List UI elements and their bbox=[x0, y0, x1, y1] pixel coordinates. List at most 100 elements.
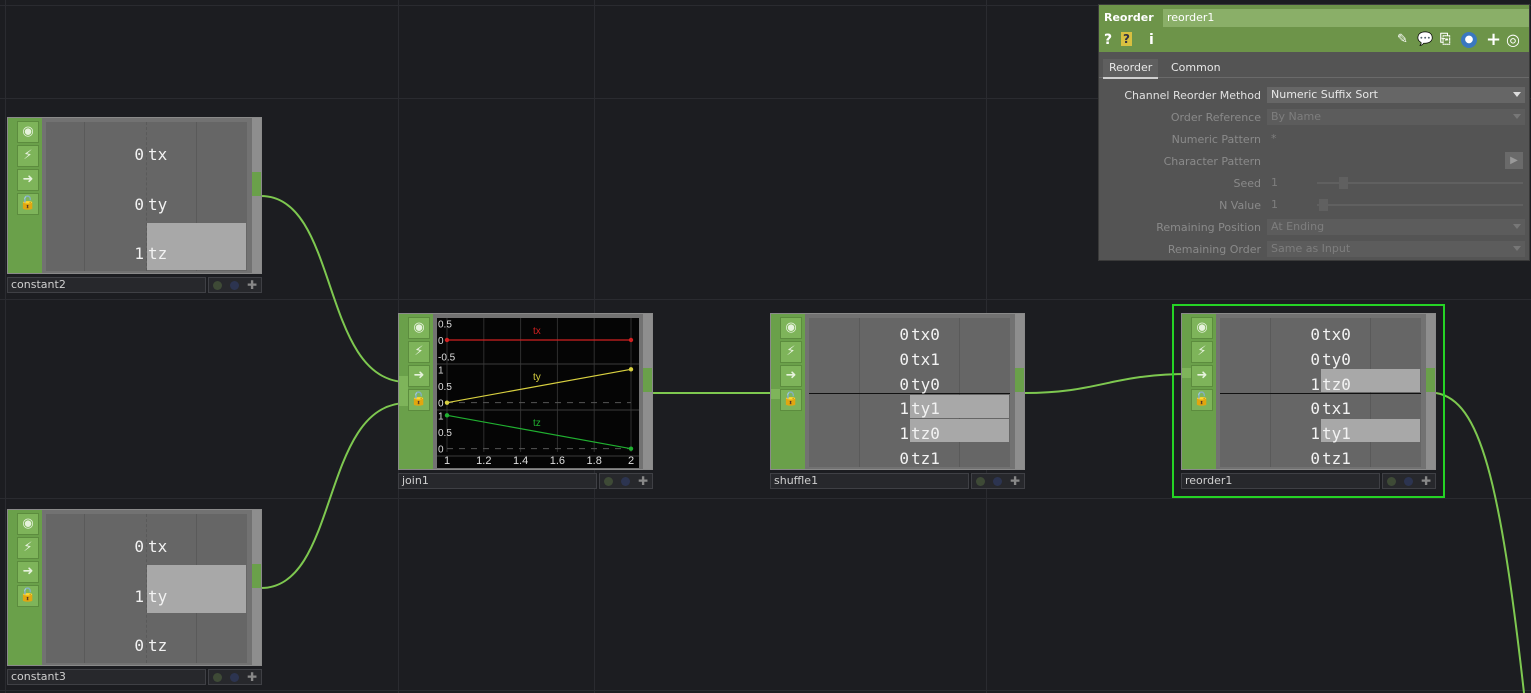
viewer-active-icon[interactable]: ◉ bbox=[408, 317, 430, 339]
channel-value: 0 bbox=[1310, 349, 1320, 369]
expand-icon[interactable]: ✚ bbox=[638, 474, 648, 488]
lock-icon[interactable]: 🔓 bbox=[780, 389, 802, 411]
pencil-icon[interactable]: ✎ bbox=[1397, 32, 1408, 47]
node-shuffle1[interactable]: ◉ ⚡ ➜ 🔓 0 tx0 0 tx1 0 ty0 1 ty1 1 tz0 0 tz1 shuffle… bbox=[770, 313, 1025, 489]
clone-flag-icon[interactable] bbox=[993, 477, 1002, 486]
node-body[interactable]: ◉ ⚡ ➜ 🔓 1 1.2 1.4 1.6 1.8 2 0.5 0 -0.5 tx 1 0.5 0 ty 1… bbox=[398, 313, 653, 470]
clone-flag-icon[interactable] bbox=[230, 281, 239, 290]
bypass-icon[interactable]: ⚡ bbox=[17, 145, 39, 167]
display-flag-icon[interactable]: ➜ bbox=[1191, 365, 1213, 387]
node-name-label[interactable]: shuffle1 bbox=[770, 473, 969, 489]
cook-flag-icon[interactable] bbox=[213, 673, 222, 682]
lock-icon[interactable]: 🔓 bbox=[1191, 389, 1213, 411]
tab-common[interactable]: Common bbox=[1165, 59, 1227, 77]
input-connector[interactable] bbox=[771, 389, 780, 399]
viewer-active-icon[interactable]: ◉ bbox=[17, 121, 39, 143]
channel-value: 0 bbox=[134, 537, 144, 556]
channel-value: 0 bbox=[899, 349, 909, 369]
lock-icon[interactable]: 🔓 bbox=[17, 193, 39, 215]
node-name-label[interactable]: constant2 bbox=[7, 277, 206, 293]
python-help-icon[interactable]: ? bbox=[1121, 32, 1132, 46]
node-constant3[interactable]: ◉ ⚡ ➜ 🔓 0 tx 1 ty 0 tz constant3 ✚ bbox=[7, 509, 262, 685]
expand-icon[interactable]: ✚ bbox=[247, 670, 257, 684]
bypass-icon[interactable]: ⚡ bbox=[1191, 341, 1213, 363]
series-name: tx bbox=[533, 326, 541, 337]
node-body[interactable]: ◉ ⚡ ➜ 🔓 0 tx 1 ty 0 tz bbox=[7, 509, 262, 666]
bypass-icon[interactable]: ⚡ bbox=[408, 341, 430, 363]
input-connector[interactable] bbox=[1182, 368, 1191, 378]
input-connector[interactable] bbox=[399, 376, 408, 406]
node-name-label[interactable]: constant3 bbox=[7, 669, 206, 685]
channel-value: 0 bbox=[134, 636, 144, 655]
bypass-icon[interactable]: ⚡ bbox=[17, 537, 39, 559]
output-connector[interactable] bbox=[252, 564, 261, 588]
python-icon[interactable]: ● bbox=[1461, 32, 1477, 48]
help-icon[interactable]: ? bbox=[1104, 32, 1112, 48]
channel-row: 0 ty0 bbox=[1220, 348, 1421, 372]
node-body[interactable]: ◉ ⚡ ➜ 🔓 0 tx0 0 ty0 1 tz0 0 tx1 1 ty1 0 tz1 bbox=[1181, 313, 1436, 470]
series-point bbox=[628, 367, 634, 372]
channel-row: 0 tx bbox=[46, 535, 247, 559]
lock-icon[interactable]: 🔓 bbox=[17, 585, 39, 607]
wire-constant2-join1[interactable] bbox=[260, 195, 408, 383]
wire-reorder1-output[interactable] bbox=[1435, 392, 1525, 693]
channel-name: tx0 bbox=[1322, 325, 1351, 344]
display-flag-icon[interactable]: ➜ bbox=[780, 365, 802, 387]
channel-row: 0 ty0 bbox=[809, 373, 1010, 397]
viewer-active-icon[interactable]: ◉ bbox=[17, 513, 39, 535]
clone-flag-icon[interactable] bbox=[1404, 477, 1413, 486]
channel-row: 1 ty1 bbox=[1220, 422, 1421, 446]
node-reorder1[interactable]: ◉ ⚡ ➜ 🔓 0 tx0 0 ty0 1 tz0 0 tx1 1 ty1 0 tz1 reorder… bbox=[1181, 313, 1436, 489]
channel-value: 1 bbox=[899, 399, 909, 419]
series-point bbox=[628, 337, 634, 343]
x-tick-label: 1.6 bbox=[550, 455, 565, 467]
output-connector[interactable] bbox=[1426, 368, 1435, 392]
slider-handle bbox=[1319, 199, 1328, 211]
cook-flag-icon[interactable] bbox=[604, 477, 613, 486]
param-label: N Value bbox=[1219, 199, 1261, 212]
tab-reorder[interactable]: Reorder bbox=[1103, 59, 1159, 79]
y-tick-label: 1 bbox=[438, 365, 444, 376]
param-text-field: ▶ bbox=[1267, 152, 1525, 169]
channel-viewer[interactable]: 0 tx 0 ty 1 tz bbox=[46, 122, 247, 271]
channel-viewer[interactable]: 0 tx 1 ty 0 tz bbox=[46, 514, 247, 663]
cook-flag-icon[interactable] bbox=[976, 477, 985, 486]
node-body[interactable]: ◉ ⚡ ➜ 🔓 0 tx0 0 tx1 0 ty0 1 ty1 1 tz0 0 tz1 bbox=[770, 313, 1025, 470]
cook-flag-icon[interactable] bbox=[213, 281, 222, 290]
expand-icon[interactable]: ✚ bbox=[1421, 474, 1431, 488]
operator-name-field[interactable]: reorder1 bbox=[1163, 9, 1529, 27]
node-name-label[interactable]: join1 bbox=[398, 473, 597, 489]
display-flag-icon[interactable]: ➜ bbox=[17, 169, 39, 191]
viewer-active-icon[interactable]: ◉ bbox=[1191, 317, 1213, 339]
series-point bbox=[444, 337, 450, 343]
wire-constant3-join1[interactable] bbox=[260, 402, 408, 589]
viewer-active-icon[interactable]: ◉ bbox=[780, 317, 802, 339]
display-flag-icon[interactable]: ➜ bbox=[17, 561, 39, 583]
cook-flag-icon[interactable] bbox=[1387, 477, 1396, 486]
expand-icon[interactable]: ✚ bbox=[247, 278, 257, 292]
expand-icon[interactable]: ✚ bbox=[1010, 474, 1020, 488]
info-icon[interactable]: i bbox=[1149, 32, 1154, 48]
wire-shuffle1-reorder1[interactable] bbox=[1023, 373, 1191, 394]
channel-graph[interactable]: 1 1.2 1.4 1.6 1.8 2 0.5 0 -0.5 tx 1 0.5 0 ty 1 0.5 0 tz bbox=[437, 318, 639, 468]
comment-icon[interactable]: 💬 bbox=[1417, 32, 1433, 47]
lock-icon[interactable]: 🔓 bbox=[408, 389, 430, 411]
param-label: Remaining Order bbox=[1167, 243, 1261, 256]
output-connector[interactable] bbox=[252, 172, 261, 196]
node-body[interactable]: ◉ ⚡ ➜ 🔓 0 tx 0 ty 1 tz bbox=[7, 117, 262, 274]
add-icon[interactable]: + bbox=[1486, 29, 1501, 50]
param-dropdown[interactable]: Numeric Suffix Sort bbox=[1267, 87, 1525, 103]
output-connector[interactable] bbox=[1015, 368, 1024, 392]
clone-flag-icon[interactable] bbox=[230, 673, 239, 682]
parameter-tabs: Reorder Common bbox=[1099, 57, 1529, 79]
node-join1[interactable]: ◉ ⚡ ➜ 🔓 1 1.2 1.4 1.6 1.8 2 0.5 0 -0.5 tx 1 0.5 0 ty 1… bbox=[398, 313, 653, 489]
clone-flag-icon[interactable] bbox=[621, 477, 630, 486]
output-connector[interactable] bbox=[643, 368, 652, 392]
node-name-label[interactable]: reorder1 bbox=[1181, 473, 1380, 489]
display-flag-icon[interactable]: ➜ bbox=[408, 365, 430, 387]
node-constant2[interactable]: ◉ ⚡ ➜ 🔓 0 tx 0 ty 1 tz constant2 ✚ bbox=[7, 117, 262, 293]
target-icon[interactable]: ◎ bbox=[1506, 30, 1520, 49]
param-label: Numeric Pattern bbox=[1171, 133, 1261, 146]
bypass-icon[interactable]: ⚡ bbox=[780, 341, 802, 363]
clone-icon[interactable]: ⎘ bbox=[1440, 32, 1450, 47]
